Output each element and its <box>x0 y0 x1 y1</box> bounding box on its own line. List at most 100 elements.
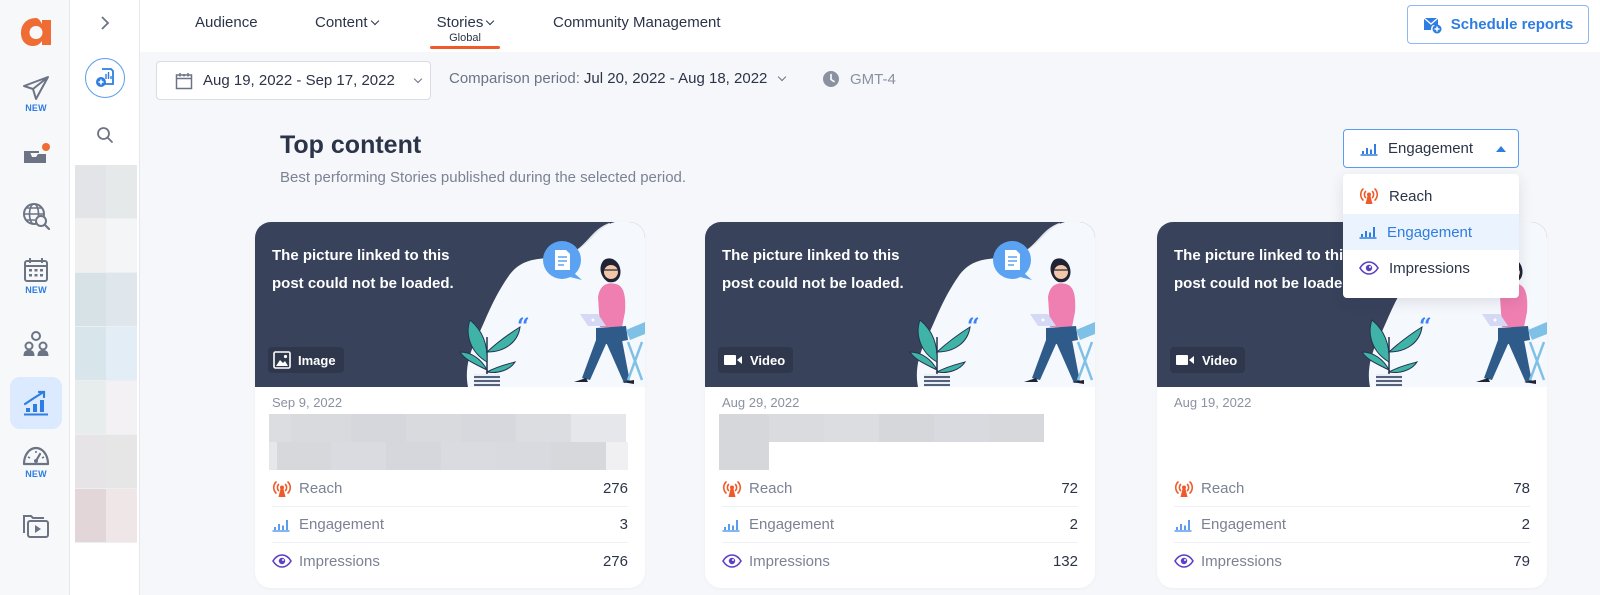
search-reports-button[interactable] <box>94 124 116 146</box>
tab-community-management[interactable]: Community Management <box>553 14 721 31</box>
metric-icon-wrap <box>272 480 294 498</box>
post-date: Aug 29, 2022 <box>722 395 800 410</box>
media-type-badge: Video <box>718 347 794 373</box>
metric-icon-wrap <box>722 518 744 532</box>
metric-icon-wrap <box>1174 554 1196 568</box>
active-tab-indicator <box>430 46 500 49</box>
metric-row-engagement: Engagement 3 <box>272 507 628 543</box>
caret-up-icon <box>1496 146 1506 152</box>
paper-plane-icon <box>23 76 49 100</box>
metric-row-impressions: Impressions 132 <box>722 543 1078 579</box>
top-navigation: Audience Content Stories Global Communit… <box>140 0 1600 52</box>
timezone-value: GMT-4 <box>850 70 896 88</box>
tab-audience[interactable]: Audience <box>195 14 258 31</box>
reach-icon <box>1359 188 1379 204</box>
comparison-period-selector[interactable]: Comparison period: Jul 20, 2022 - Aug 18… <box>449 70 787 87</box>
tab-label: Stories <box>436 14 484 31</box>
date-range-value: Aug 19, 2022 - Sep 17, 2022 <box>203 72 395 89</box>
tab-sublabel: Global <box>449 32 481 44</box>
chevron-down-icon <box>370 16 379 25</box>
analytics-icon <box>23 390 48 416</box>
tab-content[interactable]: Content <box>315 14 379 31</box>
engagement-icon <box>1360 143 1378 156</box>
report-list-item[interactable] <box>75 435 137 489</box>
card-media-placeholder[interactable]: “ The picture linked to this post could … <box>705 222 1095 387</box>
rail-item-analytics[interactable] <box>10 377 62 429</box>
schedule-reports-label: Schedule reports <box>1450 16 1574 33</box>
report-list-item[interactable] <box>75 219 137 273</box>
metric-value: 72 <box>1061 480 1078 497</box>
media-type-label: Image <box>298 352 336 368</box>
date-range-picker[interactable]: Aug 19, 2022 - Sep 17, 2022 <box>156 61 431 100</box>
metric-row-impressions: Impressions 276 <box>272 543 628 579</box>
calendar-icon <box>24 258 48 282</box>
report-list-item[interactable] <box>75 327 137 381</box>
metric-icon-wrap <box>722 480 744 498</box>
expand-sidebar-button[interactable] <box>95 12 115 34</box>
image-icon <box>273 351 291 369</box>
report-list-redacted <box>75 165 137 543</box>
rail-item-inbox[interactable] <box>10 128 62 180</box>
clock-icon <box>823 71 839 87</box>
card-media-placeholder[interactable]: “ The picture linked to this post could … <box>255 222 645 387</box>
dropdown-option-label: Impressions <box>1389 259 1470 277</box>
tab-label: Content <box>315 14 368 31</box>
rail-item-dashboard[interactable]: NEW <box>10 436 62 488</box>
metric-label: Engagement <box>299 516 385 533</box>
tab-label: Community Management <box>553 14 721 31</box>
top-content-card[interactable]: “ The picture linked to this post could … <box>705 222 1095 588</box>
new-badge: NEW <box>25 103 47 113</box>
rail-item-publish[interactable]: NEW <box>10 68 62 120</box>
metric-label: Engagement <box>749 516 835 533</box>
metric-value: 2 <box>1069 516 1078 533</box>
placeholder-illustration: “ <box>459 222 645 387</box>
report-list-item[interactable] <box>75 273 137 327</box>
caption-redacted <box>719 414 1044 470</box>
metric-select[interactable]: Engagement <box>1343 129 1519 168</box>
svg-text:“: “ <box>1419 314 1432 340</box>
notification-dot <box>42 143 50 151</box>
rail-item-media-library[interactable] <box>10 500 62 552</box>
dropdown-option-impressions[interactable]: Impressions <box>1343 250 1519 286</box>
schedule-reports-button[interactable]: Schedule reports <box>1407 5 1589 44</box>
reach-icon <box>272 480 292 497</box>
app-logo[interactable] <box>10 6 62 58</box>
schedule-mail-icon <box>1423 17 1442 33</box>
rail-item-calendar[interactable]: NEW <box>10 250 62 302</box>
rail-item-listening[interactable] <box>10 190 62 242</box>
top-content-card[interactable]: “ The picture linked to this post could … <box>255 222 645 588</box>
new-badge: NEW <box>25 285 47 295</box>
dropdown-option-reach[interactable]: Reach <box>1343 178 1519 214</box>
metric-value: 2 <box>1521 516 1530 533</box>
reach-icon <box>1174 480 1194 497</box>
section-subtitle: Best performing Stories published during… <box>280 169 687 186</box>
metric-value: 132 <box>1052 552 1078 570</box>
chevron-down-icon <box>413 74 423 83</box>
media-type-badge: Image <box>268 347 344 373</box>
reports-sidebar <box>70 0 140 595</box>
globe-search-icon <box>23 203 51 231</box>
add-report-button[interactable] <box>85 58 125 98</box>
metric-icon-wrap <box>272 518 294 532</box>
metric-icon-wrap <box>1174 480 1196 498</box>
logo-icon <box>21 18 51 46</box>
metric-label: Impressions <box>749 552 830 570</box>
reach-icon <box>722 480 742 497</box>
report-list-item[interactable] <box>75 381 137 435</box>
metric-value: 3 <box>619 516 628 533</box>
engagement-icon <box>722 519 740 532</box>
report-list-item[interactable] <box>75 489 137 543</box>
metric-icon-wrap <box>1174 518 1196 532</box>
speedometer-icon <box>22 446 50 466</box>
metric-select-value: Engagement <box>1388 140 1474 157</box>
engagement-icon <box>1359 227 1377 239</box>
timezone-selector[interactable]: GMT-4 <box>822 70 896 88</box>
dropdown-option-engagement[interactable]: Engagement <box>1343 214 1519 250</box>
inbox-icon <box>24 143 50 163</box>
report-list-item[interactable] <box>75 165 137 219</box>
metric-row-reach: Reach 78 <box>1174 471 1530 507</box>
rail-item-team[interactable] <box>10 318 62 370</box>
search-icon <box>97 127 113 143</box>
tab-stories[interactable]: Stories Global <box>430 14 500 49</box>
metric-dropdown-menu: Reach Engagement Impressions <box>1343 174 1519 298</box>
